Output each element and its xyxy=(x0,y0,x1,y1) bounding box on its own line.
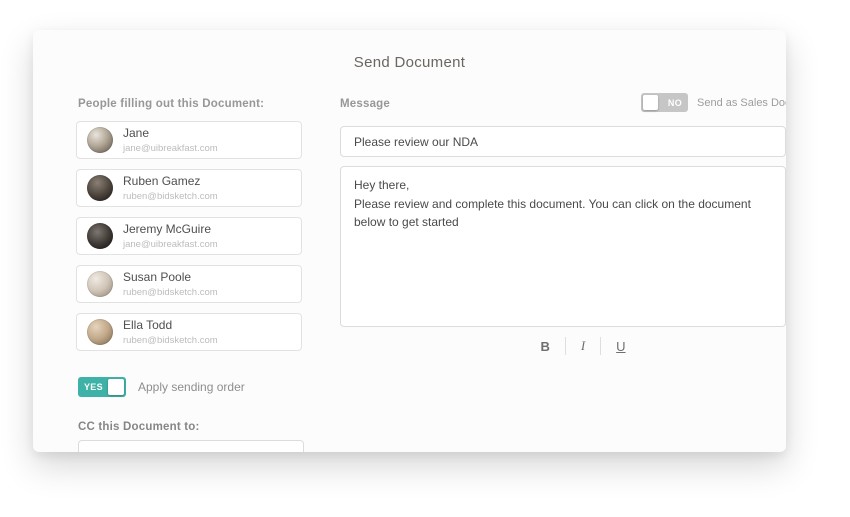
person-email: jane@uibreakfast.com xyxy=(123,239,218,250)
person-email: ruben@bidsketch.com xyxy=(123,287,218,298)
person-card[interactable]: Susan Poole ruben@bidsketch.com xyxy=(76,265,302,303)
person-info: Susan Poole ruben@bidsketch.com xyxy=(123,270,218,298)
person-info: Jane jane@uibreakfast.com xyxy=(123,126,218,154)
italic-button[interactable]: I xyxy=(566,335,600,357)
avatar xyxy=(87,319,113,345)
apply-sending-order-label: Apply sending order xyxy=(138,380,245,394)
sales-doc-row: NO Send as Sales Doc xyxy=(641,93,786,112)
person-info: Ruben Gamez ruben@bidsketch.com xyxy=(123,174,218,202)
dialog-title: Send Document xyxy=(33,54,786,71)
person-card[interactable]: Ella Todd ruben@bidsketch.com xyxy=(76,313,302,351)
person-name: Ruben Gamez xyxy=(123,174,218,188)
person-email: jane@uibreakfast.com xyxy=(123,143,218,154)
formatting-toolbar: B I U xyxy=(360,335,786,357)
people-heading: People filling out this Document: xyxy=(78,98,264,110)
avatar xyxy=(87,271,113,297)
person-name: Ella Todd xyxy=(123,318,218,332)
toggle-state-label: NO xyxy=(664,98,686,108)
cc-input[interactable] xyxy=(78,440,304,452)
cc-heading: CC this Document to: xyxy=(78,421,200,433)
person-card[interactable]: Jane jane@uibreakfast.com xyxy=(76,121,302,159)
toggle-knob xyxy=(643,95,658,110)
send-as-sales-doc-label: Send as Sales Doc xyxy=(697,97,786,109)
message-heading: Message xyxy=(340,98,390,110)
person-info: Ella Todd ruben@bidsketch.com xyxy=(123,318,218,346)
underline-button[interactable]: U xyxy=(601,335,640,357)
apply-sending-order-toggle[interactable]: YES xyxy=(78,377,126,397)
send-document-dialog: Send Document People filling out this Do… xyxy=(33,30,786,452)
person-name: Susan Poole xyxy=(123,270,218,284)
avatar xyxy=(87,223,113,249)
avatar xyxy=(87,175,113,201)
person-info: Jeremy McGuire jane@uibreakfast.com xyxy=(123,222,218,250)
person-card[interactable]: Ruben Gamez ruben@bidsketch.com xyxy=(76,169,302,207)
person-email: ruben@bidsketch.com xyxy=(123,191,218,202)
people-list: Jane jane@uibreakfast.com Ruben Gamez ru… xyxy=(76,121,302,361)
send-as-sales-doc-toggle[interactable]: NO xyxy=(641,93,688,112)
avatar xyxy=(87,127,113,153)
subject-input[interactable] xyxy=(340,126,786,157)
person-name: Jeremy McGuire xyxy=(123,222,218,236)
person-card[interactable]: Jeremy McGuire jane@uibreakfast.com xyxy=(76,217,302,255)
bold-button[interactable]: B xyxy=(525,335,564,357)
person-name: Jane xyxy=(123,126,218,140)
message-body-textarea[interactable]: Hey there, Please review and complete th… xyxy=(340,166,786,327)
person-email: ruben@bidsketch.com xyxy=(123,335,218,346)
toggle-knob xyxy=(108,379,124,395)
sending-order-row: YES Apply sending order xyxy=(78,377,245,397)
toggle-state-label: YES xyxy=(80,382,107,392)
